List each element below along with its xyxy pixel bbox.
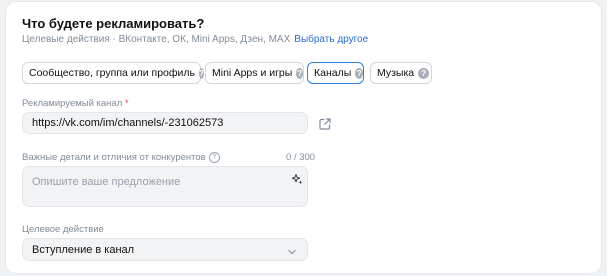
chip-music[interactable]: Музыка ? <box>370 62 432 84</box>
target-action-value: Вступление в канал <box>32 244 135 256</box>
chip-label: Mini Apps и игры <box>212 67 293 79</box>
chip-label: Музыка <box>377 67 415 79</box>
chevron-down-icon <box>288 249 296 255</box>
info-icon[interactable]: ? <box>208 152 220 163</box>
char-counter: 0 / 300 <box>286 152 316 163</box>
question-icon[interactable]: ? <box>355 67 363 79</box>
question-icon[interactable]: ? <box>199 67 204 79</box>
chip-community[interactable]: Сообщество, группа или профиль ? <box>22 62 204 84</box>
chip-channels[interactable]: Каналы ? <box>307 62 364 84</box>
required-mark: * <box>124 98 129 109</box>
details-label-text: Важные детали и отличия от конкурентов <box>22 152 206 164</box>
question-icon[interactable]: ? <box>296 67 303 79</box>
chip-label: Сообщество, группа или профиль <box>29 67 196 79</box>
choose-other-link[interactable]: Выбрать другое <box>294 34 368 45</box>
sparkle-icon[interactable] <box>291 173 303 185</box>
details-placeholder: Опишите ваше предложение <box>32 176 181 188</box>
ad-object-card: Что будете рекламировать? Целевые действ… <box>6 2 601 273</box>
channel-label: Рекламируемый канал * <box>22 98 129 109</box>
section-subtitle: Целевые действия · ВКонтакте, ОК, Mini A… <box>22 34 368 45</box>
question-icon[interactable]: ? <box>418 67 430 79</box>
channel-url-value: https://vk.com/im/channels/-231062573 <box>32 117 224 129</box>
chip-label: Каналы <box>314 67 352 79</box>
target-action-select[interactable]: Вступление в канал <box>22 238 308 261</box>
subtitle-text: Целевые действия · ВКонтакте, ОК, Mini A… <box>22 34 291 45</box>
section-title: Что будете рекламировать? <box>22 16 205 31</box>
channel-label-text: Рекламируемый канал <box>22 98 123 109</box>
external-link-icon[interactable] <box>318 117 332 131</box>
target-action-label: Целевое действие <box>22 224 104 235</box>
details-label: Важные детали и отличия от конкурентов? <box>22 152 220 163</box>
details-textarea[interactable]: Опишите ваше предложение <box>22 166 308 207</box>
chip-mini-apps[interactable]: Mini Apps и игры ? <box>205 62 304 84</box>
channel-url-field[interactable]: https://vk.com/im/channels/-231062573 <box>22 112 308 134</box>
